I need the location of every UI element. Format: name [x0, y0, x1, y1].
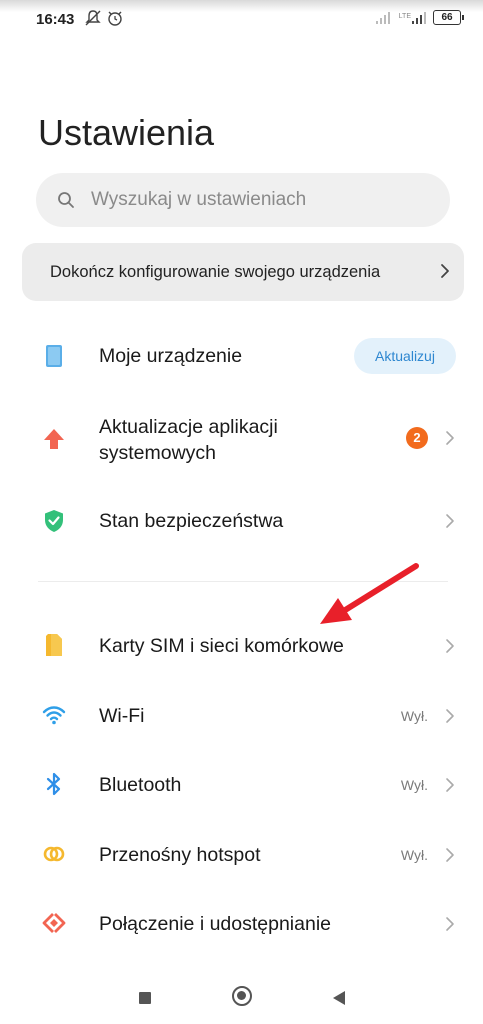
wifi-icon [42, 706, 66, 725]
chevron-right-icon [441, 264, 449, 278]
setup-banner-label: Dokończ konfigurowanie swojego urządzeni… [50, 262, 381, 281]
settings-item-label: Przenośny hotspot [99, 844, 261, 866]
settings-item-system-app-updates[interactable]: Aktualizacje aplikacji systemowych 2 [0, 410, 483, 470]
connection-sharing-icon [42, 913, 66, 933]
upload-arrow-icon [44, 429, 64, 449]
hotspot-icon [43, 846, 65, 862]
search-input[interactable]: Wyszukaj w ustawieniach [36, 173, 450, 227]
settings-item-security-status[interactable]: Stan bezpieczeństwa [0, 505, 483, 537]
muted-notifications-icon [85, 10, 101, 26]
settings-item-label: Stan bezpieczeństwa [99, 510, 284, 532]
settings-item-bluetooth[interactable]: Bluetooth Wył. [0, 769, 483, 801]
annotation-arrow-icon [320, 563, 419, 624]
setup-banner[interactable]: Dokończ konfigurowanie swojego urządzeni… [22, 243, 464, 301]
navigation-bar [0, 965, 483, 1024]
chevron-right-icon [446, 709, 454, 723]
chevron-right-icon [446, 848, 454, 862]
settings-item-label-line2: systemowych [99, 442, 217, 464]
chevron-right-icon [446, 431, 454, 445]
status-time: 16:43 [36, 11, 75, 28]
sim-card-icon [46, 634, 62, 656]
notification-badge: 2 [406, 427, 428, 449]
search-icon [58, 192, 74, 208]
chevron-right-icon [446, 778, 454, 792]
status-value: Wył. [400, 777, 428, 793]
settings-item-label: Karty SIM i sieci komórkowe [99, 635, 344, 657]
signal-weak-icon [375, 11, 390, 24]
search-placeholder: Wyszukaj w ustawieniach [91, 189, 307, 210]
signal-lte-group: LTE [399, 11, 427, 25]
status-bar: 16:43 LTE 66 [0, 0, 483, 40]
status-value: Wył. [400, 708, 428, 724]
chevron-right-icon [446, 917, 454, 931]
chevron-right-icon [446, 514, 454, 528]
settings-item-label: Wi-Fi [99, 705, 145, 727]
bluetooth-icon [46, 772, 61, 796]
battery-icon: 66 [433, 10, 464, 25]
settings-item-label: Moje urządzenie [99, 345, 243, 367]
status-icons-left [84, 9, 124, 27]
status-icons-right: LTE 66 [375, 10, 464, 25]
settings-item-label-line1: Aktualizacje aplikacji [99, 416, 278, 438]
page-title: Ustawienia [38, 112, 215, 153]
shield-check-icon [45, 510, 63, 532]
settings-item-wifi[interactable]: Wi-Fi Wył. [0, 700, 483, 732]
home-button[interactable] [232, 986, 252, 1006]
chevron-right-icon [446, 639, 454, 653]
settings-item-connection-sharing[interactable]: Połączenie i udostępnianie [0, 908, 483, 940]
status-value: Wył. [400, 847, 428, 863]
recents-button[interactable] [139, 992, 151, 1004]
settings-item-my-device[interactable]: Moje urządzenie Aktualizuj [0, 336, 483, 376]
alarm-icon [108, 11, 122, 26]
settings-item-label: Bluetooth [99, 774, 182, 796]
settings-item-label: Połączenie i udostępnianie [99, 913, 332, 935]
device-icon [46, 345, 62, 367]
update-button[interactable]: Aktualizuj [354, 338, 456, 374]
settings-item-portable-hotspot[interactable]: Przenośny hotspot Wył. [0, 839, 483, 871]
lte-label: LTE [398, 12, 411, 20]
settings-item-sim-cards[interactable]: Karty SIM i sieci komórkowe [0, 630, 483, 662]
back-button[interactable] [333, 991, 345, 1005]
signal-icon [412, 11, 426, 24]
